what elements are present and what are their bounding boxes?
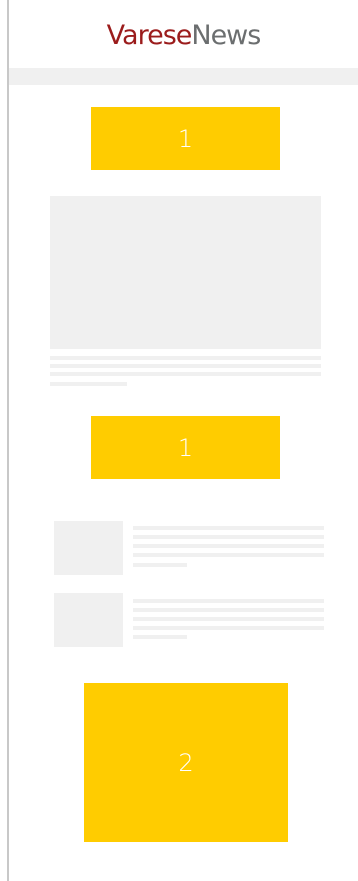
list-item-text-placeholder-line [133,535,324,539]
list-item-thumbnail-placeholder[interactable] [54,593,123,647]
logo-text-varese: Varese [106,19,193,51]
list-item-text-placeholder-line [133,553,324,557]
list-item-text-placeholder-line [133,544,324,548]
ad-slot-label: 2 [178,748,194,777]
ad-slot-3[interactable]: 2 [84,683,288,842]
logo-text-news: News [191,19,261,51]
list-item-text-placeholder-line [133,617,324,621]
list-item-text-placeholder-line [133,626,324,630]
list-item-thumbnail-placeholder[interactable] [54,521,123,575]
article-image-placeholder[interactable] [50,196,321,349]
list-item-text-placeholder-line [133,635,187,639]
article-text-placeholder-line [50,372,321,376]
ad-slot-2[interactable]: 1 [91,416,280,479]
header-divider-bar [9,68,358,85]
article-text-placeholder-line [50,382,127,386]
site-header: VareseNews [9,0,358,68]
article-text-placeholder-line [50,356,321,360]
ad-slot-label: 1 [177,433,194,462]
mobile-page-frame: VareseNews 1 1 2 [7,0,358,881]
list-item-text-placeholder-line [133,608,324,612]
site-logo-link[interactable]: VareseNews [106,19,262,51]
ad-slot-1[interactable]: 1 [91,107,280,170]
list-item-text-placeholder-line [133,526,324,530]
list-item-text-placeholder-line [133,599,324,603]
list-item-text-placeholder-line [133,563,187,567]
ad-slot-label: 1 [177,124,194,153]
article-text-placeholder-line [50,364,321,368]
